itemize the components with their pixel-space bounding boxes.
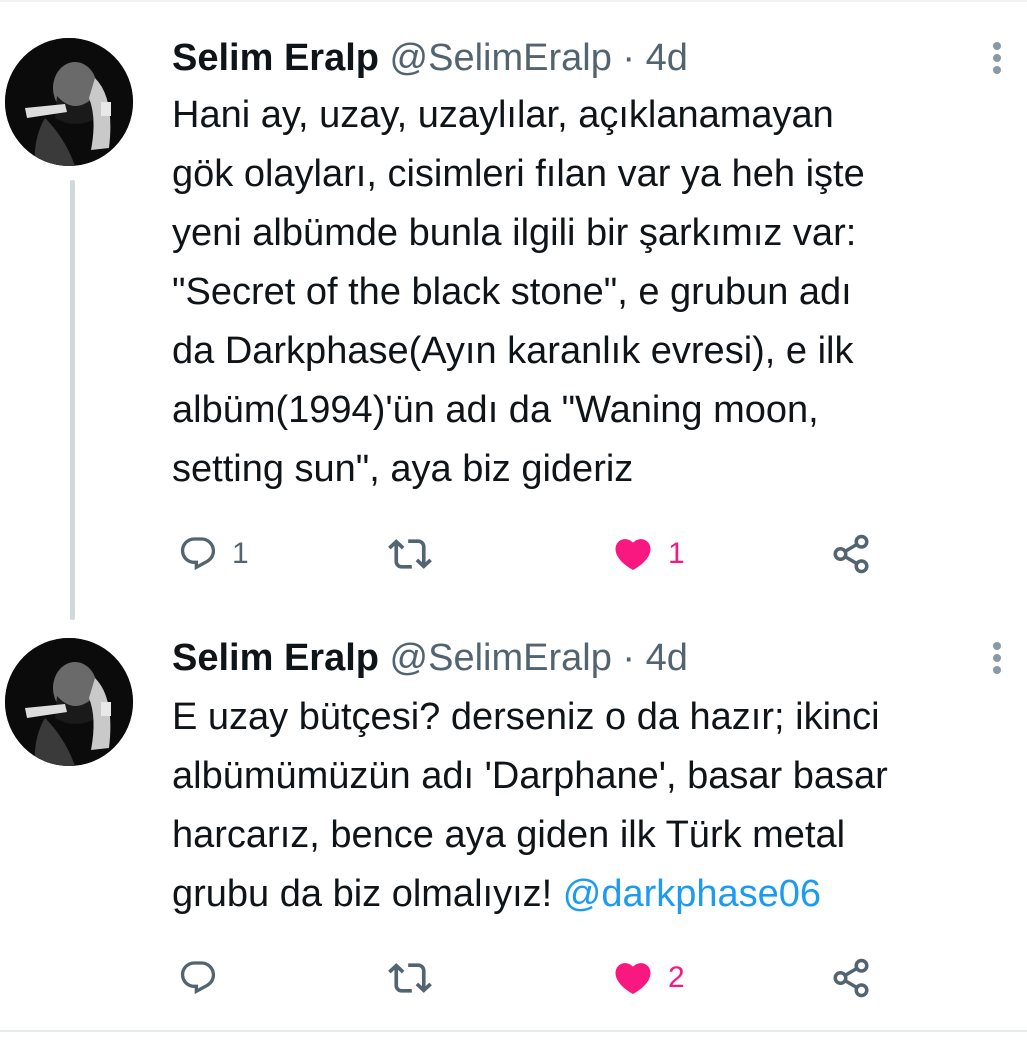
share-button[interactable] (830, 530, 872, 578)
retweet-icon (388, 539, 432, 569)
reply-button[interactable] (178, 954, 232, 1002)
like-button[interactable]: 1 (612, 530, 685, 578)
tweet[interactable]: Selim Eralp @SelimEralp · 4d E uzay bütç… (0, 630, 1027, 1030)
share-button[interactable] (830, 954, 872, 1002)
bottom-divider (0, 1030, 1027, 1032)
timestamp[interactable]: 4d (646, 37, 688, 79)
retweet-icon (388, 963, 432, 993)
mention-link[interactable]: @darkphase06 (563, 873, 821, 915)
author-name[interactable]: Selim Eralp (172, 637, 379, 679)
tweet-header: Selim Eralp @SelimEralp · 4d (172, 634, 688, 682)
separator: · (622, 637, 636, 679)
timestamp[interactable]: 4d (646, 637, 688, 679)
author-handle[interactable]: @SelimEralp (390, 37, 612, 79)
reply-button[interactable]: 1 (178, 530, 249, 578)
reply-icon (180, 537, 216, 571)
share-icon (833, 958, 869, 998)
tweet-text: E uzay bütçesi? derseniz o da hazır; iki… (172, 688, 1022, 924)
like-button[interactable]: 2 (612, 954, 685, 1002)
thread-line (70, 180, 75, 620)
retweet-button[interactable] (388, 954, 432, 1002)
more-options-icon[interactable] (985, 38, 1009, 78)
tweet-header: Selim Eralp @SelimEralp · 4d (172, 34, 688, 82)
like-count: 1 (668, 537, 685, 570)
heart-icon (615, 539, 651, 571)
share-icon (833, 534, 869, 574)
like-count: 2 (668, 961, 685, 994)
separator: · (622, 37, 636, 79)
retweet-button[interactable] (388, 530, 432, 578)
reply-icon (180, 961, 216, 995)
tweet[interactable]: Selim Eralp @SelimEralp · 4d Hani ay, uz… (0, 0, 1027, 630)
author-name[interactable]: Selim Eralp (172, 37, 379, 79)
heart-icon (615, 963, 651, 995)
avatar[interactable] (5, 38, 133, 166)
avatar[interactable] (5, 638, 133, 766)
more-options-icon[interactable] (985, 638, 1009, 678)
reply-count: 1 (232, 537, 249, 570)
author-handle[interactable]: @SelimEralp (390, 637, 612, 679)
tweet-text: Hani ay, uzay, uzaylılar, açıklanamayan … (172, 94, 865, 490)
